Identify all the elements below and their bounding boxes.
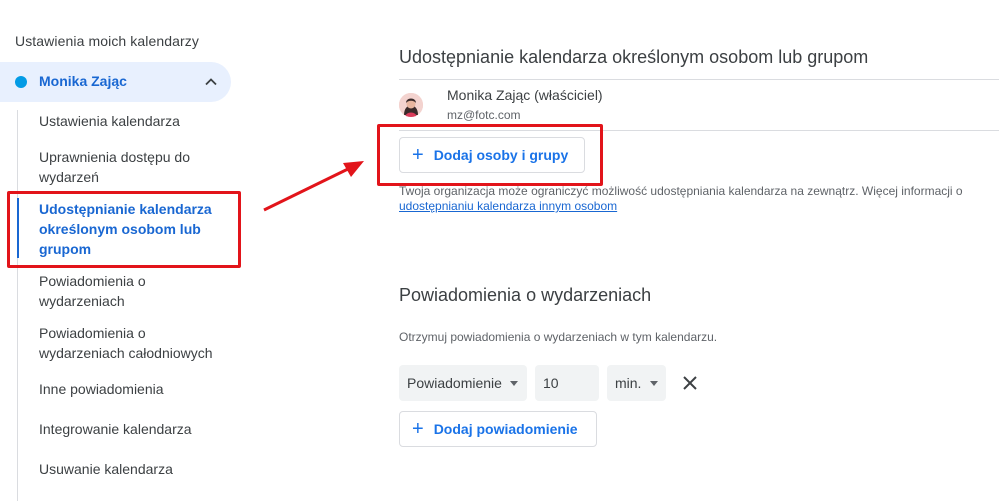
sidebar-title: Ustawienia moich kalendarzy bbox=[15, 33, 200, 49]
notifications-description: Otrzymuj powiadomienia o wydarzeniach w … bbox=[399, 330, 718, 344]
notification-type-value: Powiadomienie bbox=[407, 375, 502, 391]
chevron-down-icon bbox=[650, 381, 658, 386]
sidebar-item-access-permissions[interactable]: Uprawnienia dostępu do wydarzeń bbox=[39, 147, 209, 187]
sharing-info-text: Twoja organizacja może ograniczyć możliw… bbox=[399, 184, 963, 213]
annotation-box-sidebar bbox=[7, 191, 241, 268]
plus-icon: + bbox=[412, 418, 424, 440]
chevron-down-icon bbox=[510, 381, 518, 386]
calendar-color-dot bbox=[15, 76, 27, 88]
owner-name: Monika Zając (właściciel) bbox=[447, 87, 603, 103]
sidebar-item-other-notifications[interactable]: Inne powiadomienia bbox=[39, 379, 239, 399]
calendar-name: Monika Zając bbox=[39, 73, 127, 89]
owner-email: mz@fotc.com bbox=[447, 108, 521, 122]
avatar bbox=[399, 93, 423, 117]
sidebar-item-event-notifications[interactable]: Powiadomienia o wydarzeniach bbox=[39, 271, 169, 311]
annotation-box-add-button bbox=[377, 124, 603, 186]
sharing-heading: Udostępnianie kalendarza określonym osob… bbox=[399, 47, 869, 67]
add-notification-button[interactable]: + Dodaj powiadomienie bbox=[399, 411, 597, 447]
close-icon[interactable] bbox=[680, 373, 700, 393]
notification-unit-select[interactable]: min. bbox=[607, 365, 666, 401]
notification-type-select[interactable]: Powiadomienie bbox=[399, 365, 527, 401]
notification-amount-input[interactable]: 10 bbox=[535, 365, 599, 401]
notification-unit-value: min. bbox=[615, 375, 642, 391]
notifications-heading: Powiadomienia o wydarzeniach bbox=[399, 285, 652, 305]
sidebar-item-allday-notifications[interactable]: Powiadomienia o wydarzeniach całodniowyc… bbox=[39, 323, 229, 363]
chevron-up-icon[interactable] bbox=[203, 74, 219, 90]
tree-line bbox=[17, 110, 18, 501]
sidebar-item-remove-calendar[interactable]: Usuwanie kalendarza bbox=[39, 459, 239, 479]
divider bbox=[399, 79, 999, 80]
calendar-item-monika[interactable]: Monika Zając bbox=[0, 62, 231, 102]
sidebar-item-calendar-settings[interactable]: Ustawienia kalendarza bbox=[39, 111, 239, 131]
sidebar-item-integrate-calendar[interactable]: Integrowanie kalendarza bbox=[39, 419, 239, 439]
sharing-info-link[interactable]: udostępnianiu kalendarza innym osobom bbox=[399, 199, 617, 213]
notification-amount-value: 10 bbox=[543, 375, 559, 391]
add-notification-label: Dodaj powiadomienie bbox=[433, 421, 578, 437]
